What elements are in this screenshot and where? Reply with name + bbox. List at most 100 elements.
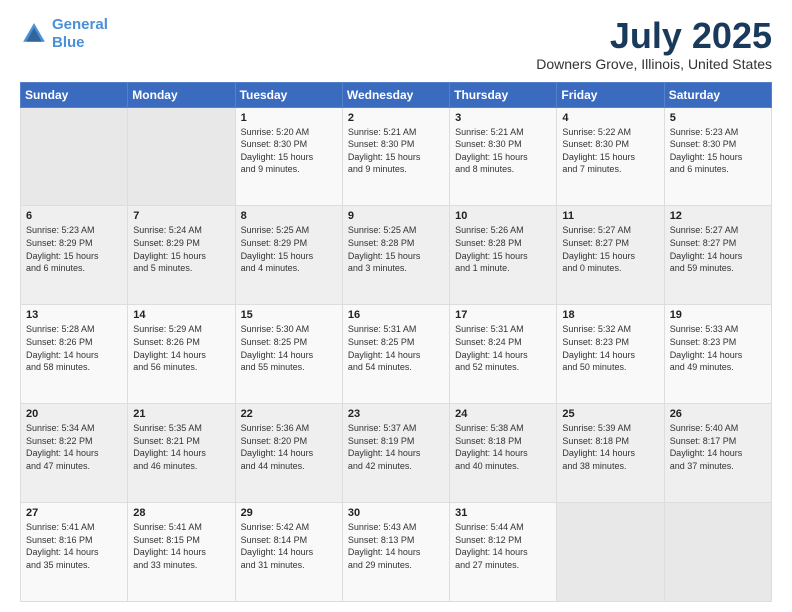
calendar-header: SundayMondayTuesdayWednesdayThursdayFrid… bbox=[21, 82, 772, 107]
cell-content: Sunrise: 5:22 AM Sunset: 8:30 PM Dayligh… bbox=[562, 126, 658, 176]
calendar-cell: 20 Sunrise: 5:34 AM Sunset: 8:22 PM Dayli… bbox=[21, 404, 128, 503]
calendar-cell bbox=[21, 107, 128, 206]
calendar-cell bbox=[664, 503, 771, 602]
day-number: 4 bbox=[562, 112, 658, 124]
calendar-cell: 3 Sunrise: 5:21 AM Sunset: 8:30 PM Daylig… bbox=[450, 107, 557, 206]
calendar-cell: 29 Sunrise: 5:42 AM Sunset: 8:14 PM Dayli… bbox=[235, 503, 342, 602]
day-number: 6 bbox=[26, 210, 122, 222]
day-header-friday: Friday bbox=[557, 82, 664, 107]
day-number: 13 bbox=[26, 309, 122, 321]
calendar-cell: 7Sunrise: 5:24 AM Sunset: 8:29 PM Daylig… bbox=[128, 206, 235, 305]
day-number: 31 bbox=[455, 507, 551, 519]
calendar-cell: 30Sunrise: 5:43 AM Sunset: 8:13 PM Dayli… bbox=[342, 503, 449, 602]
cell-content: Sunrise: 5:30 AM Sunset: 8:25 PM Dayligh… bbox=[241, 323, 337, 373]
cell-content: Sunrise: 5:33 AM Sunset: 8:23 PM Dayligh… bbox=[670, 323, 766, 373]
header: General Blue July 2025 Downers Grove, Il… bbox=[20, 16, 772, 72]
calendar-cell: 25 Sunrise: 5:39 AM Sunset: 8:18 PM Dayli… bbox=[557, 404, 664, 503]
calendar-cell: 2Sunrise: 5:21 AM Sunset: 8:30 PM Daylig… bbox=[342, 107, 449, 206]
cell-content: Sunrise: 5:41 AM Sunset: 8:16 PM Dayligh… bbox=[26, 521, 122, 571]
calendar-cell: 31 Sunrise: 5:44 AM Sunset: 8:12 PM Dayli… bbox=[450, 503, 557, 602]
week-row-5: 27 Sunrise: 5:41 AM Sunset: 8:16 PM Dayli… bbox=[21, 503, 772, 602]
calendar-cell: 10Sunrise: 5:26 AM Sunset: 8:28 PM Dayli… bbox=[450, 206, 557, 305]
cell-content: Sunrise: 5:31 AM Sunset: 8:24 PM Dayligh… bbox=[455, 323, 551, 373]
subtitle: Downers Grove, Illinois, United States bbox=[536, 56, 772, 72]
calendar-cell: 28 Sunrise: 5:41 AM Sunset: 8:15 PM Dayli… bbox=[128, 503, 235, 602]
day-number: 21 bbox=[133, 408, 229, 420]
cell-content: Sunrise: 5:35 AM Sunset: 8:21 PM Dayligh… bbox=[133, 422, 229, 472]
logo-line1: General bbox=[52, 16, 108, 33]
calendar-cell: 18Sunrise: 5:32 AM Sunset: 8:23 PM Dayli… bbox=[557, 305, 664, 404]
cell-content: Sunrise: 5:39 AM Sunset: 8:18 PM Dayligh… bbox=[562, 422, 658, 472]
cell-content: Sunrise: 5:29 AM Sunset: 8:26 PM Dayligh… bbox=[133, 323, 229, 373]
day-number: 14 bbox=[133, 309, 229, 321]
day-header-monday: Monday bbox=[128, 82, 235, 107]
day-number: 20 bbox=[26, 408, 122, 420]
calendar-body: 1 Sunrise: 5:20 AM Sunset: 8:30 PM Daylig… bbox=[21, 107, 772, 601]
calendar-cell: 16 Sunrise: 5:31 AM Sunset: 8:25 PM Dayli… bbox=[342, 305, 449, 404]
day-number: 3 bbox=[455, 112, 551, 124]
day-number: 5 bbox=[670, 112, 766, 124]
main-title: July 2025 bbox=[536, 16, 772, 56]
day-header-wednesday: Wednesday bbox=[342, 82, 449, 107]
cell-content: Sunrise: 5:38 AM Sunset: 8:18 PM Dayligh… bbox=[455, 422, 551, 472]
day-number: 27 bbox=[26, 507, 122, 519]
day-number: 11 bbox=[562, 210, 658, 222]
day-number: 23 bbox=[348, 408, 444, 420]
day-header-thursday: Thursday bbox=[450, 82, 557, 107]
calendar-cell: 1 Sunrise: 5:20 AM Sunset: 8:30 PM Daylig… bbox=[235, 107, 342, 206]
cell-content: Sunrise: 5:27 AM Sunset: 8:27 PM Dayligh… bbox=[670, 224, 766, 274]
cell-content: Sunrise: 5:34 AM Sunset: 8:22 PM Dayligh… bbox=[26, 422, 122, 472]
calendar-cell: 14 Sunrise: 5:29 AM Sunset: 8:26 PM Dayli… bbox=[128, 305, 235, 404]
day-number: 12 bbox=[670, 210, 766, 222]
cell-content: Sunrise: 5:36 AM Sunset: 8:20 PM Dayligh… bbox=[241, 422, 337, 472]
cell-content: Sunrise: 5:32 AM Sunset: 8:23 PM Dayligh… bbox=[562, 323, 658, 373]
day-number: 22 bbox=[241, 408, 337, 420]
day-header-saturday: Saturday bbox=[664, 82, 771, 107]
day-number: 16 bbox=[348, 309, 444, 321]
calendar-cell: 17 Sunrise: 5:31 AM Sunset: 8:24 PM Dayli… bbox=[450, 305, 557, 404]
logo-icon bbox=[20, 20, 48, 48]
cell-content: Sunrise: 5:24 AM Sunset: 8:29 PM Dayligh… bbox=[133, 224, 229, 274]
calendar-cell: 15 Sunrise: 5:30 AM Sunset: 8:25 PM Dayli… bbox=[235, 305, 342, 404]
cell-content: Sunrise: 5:23 AM Sunset: 8:29 PM Dayligh… bbox=[26, 224, 122, 274]
day-number: 19 bbox=[670, 309, 766, 321]
cell-content: Sunrise: 5:28 AM Sunset: 8:26 PM Dayligh… bbox=[26, 323, 122, 373]
cell-content: Sunrise: 5:43 AM Sunset: 8:13 PM Dayligh… bbox=[348, 521, 444, 571]
cell-content: Sunrise: 5:27 AM Sunset: 8:27 PM Dayligh… bbox=[562, 224, 658, 274]
calendar-cell: 24Sunrise: 5:38 AM Sunset: 8:18 PM Dayli… bbox=[450, 404, 557, 503]
cell-content: Sunrise: 5:25 AM Sunset: 8:29 PM Dayligh… bbox=[241, 224, 337, 274]
calendar-cell: 6 Sunrise: 5:23 AM Sunset: 8:29 PM Daylig… bbox=[21, 206, 128, 305]
calendar-cell: 23 Sunrise: 5:37 AM Sunset: 8:19 PM Dayli… bbox=[342, 404, 449, 503]
day-number: 29 bbox=[241, 507, 337, 519]
cell-content: Sunrise: 5:31 AM Sunset: 8:25 PM Dayligh… bbox=[348, 323, 444, 373]
calendar-cell: 12 Sunrise: 5:27 AM Sunset: 8:27 PM Dayli… bbox=[664, 206, 771, 305]
calendar-cell: 9Sunrise: 5:25 AM Sunset: 8:28 PM Daylig… bbox=[342, 206, 449, 305]
cell-content: Sunrise: 5:44 AM Sunset: 8:12 PM Dayligh… bbox=[455, 521, 551, 571]
cell-content: Sunrise: 5:37 AM Sunset: 8:19 PM Dayligh… bbox=[348, 422, 444, 472]
cell-content: Sunrise: 5:21 AM Sunset: 8:30 PM Dayligh… bbox=[455, 126, 551, 176]
cell-content: Sunrise: 5:23 AM Sunset: 8:30 PM Dayligh… bbox=[670, 126, 766, 176]
day-number: 15 bbox=[241, 309, 337, 321]
day-header-sunday: Sunday bbox=[21, 82, 128, 107]
calendar-table: SundayMondayTuesdayWednesdayThursdayFrid… bbox=[20, 82, 772, 602]
day-number: 28 bbox=[133, 507, 229, 519]
logo-text: General Blue bbox=[52, 16, 108, 52]
cell-content: Sunrise: 5:20 AM Sunset: 8:30 PM Dayligh… bbox=[241, 126, 337, 176]
calendar-cell: 19 Sunrise: 5:33 AM Sunset: 8:23 PM Dayli… bbox=[664, 305, 771, 404]
week-row-3: 13 Sunrise: 5:28 AM Sunset: 8:26 PM Dayli… bbox=[21, 305, 772, 404]
day-number: 17 bbox=[455, 309, 551, 321]
calendar-cell: 5 Sunrise: 5:23 AM Sunset: 8:30 PM Daylig… bbox=[664, 107, 771, 206]
calendar-cell: 22 Sunrise: 5:36 AM Sunset: 8:20 PM Dayli… bbox=[235, 404, 342, 503]
calendar-cell: 27 Sunrise: 5:41 AM Sunset: 8:16 PM Dayli… bbox=[21, 503, 128, 602]
day-number: 1 bbox=[241, 112, 337, 124]
calendar-cell: 26Sunrise: 5:40 AM Sunset: 8:17 PM Dayli… bbox=[664, 404, 771, 503]
calendar-cell bbox=[128, 107, 235, 206]
cell-content: Sunrise: 5:41 AM Sunset: 8:15 PM Dayligh… bbox=[133, 521, 229, 571]
cell-content: Sunrise: 5:42 AM Sunset: 8:14 PM Dayligh… bbox=[241, 521, 337, 571]
day-number: 26 bbox=[670, 408, 766, 420]
day-number: 2 bbox=[348, 112, 444, 124]
day-number: 9 bbox=[348, 210, 444, 222]
calendar-cell: 4 Sunrise: 5:22 AM Sunset: 8:30 PM Daylig… bbox=[557, 107, 664, 206]
day-number: 25 bbox=[562, 408, 658, 420]
week-row-4: 20 Sunrise: 5:34 AM Sunset: 8:22 PM Dayli… bbox=[21, 404, 772, 503]
